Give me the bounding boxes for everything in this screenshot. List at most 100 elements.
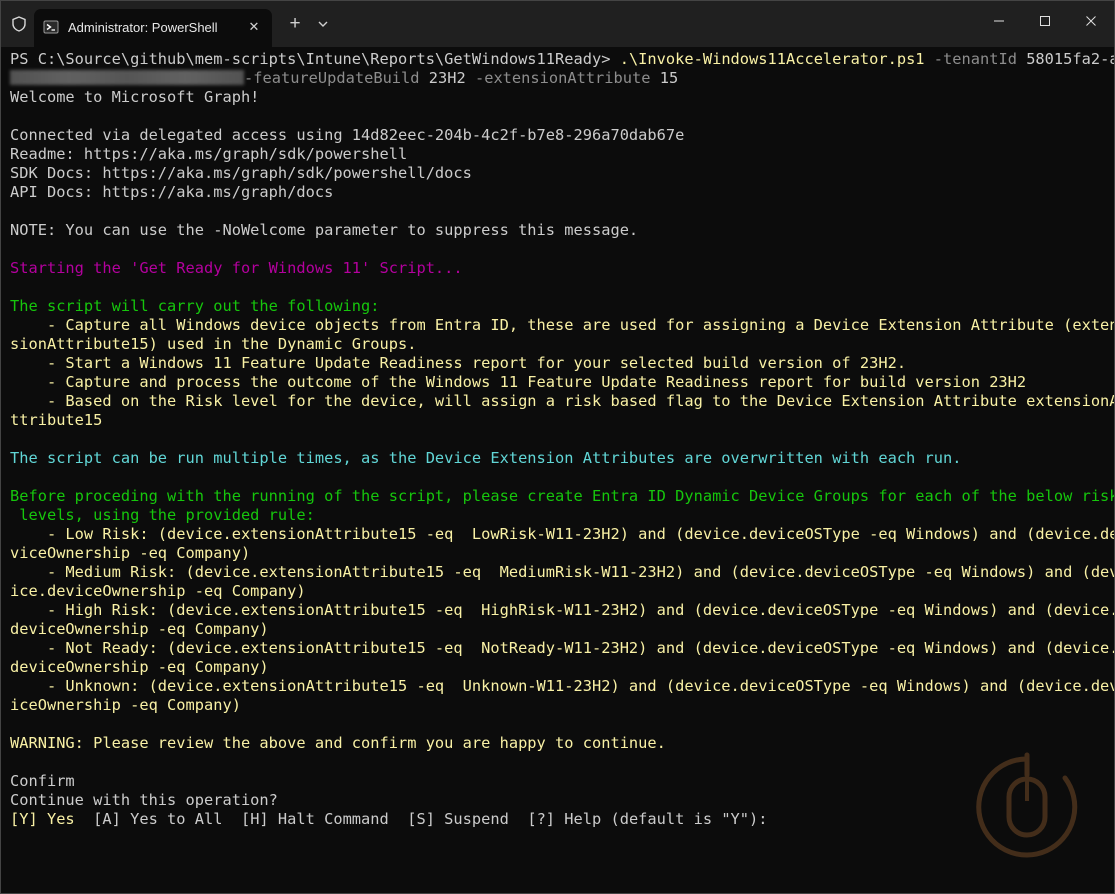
terminal-text: [Y] Yes bbox=[10, 810, 75, 828]
terminal-line: Welcome to Microsoft Graph! bbox=[10, 88, 1110, 107]
terminal-line: PS C:\Source\github\mem-scripts\Intune\R… bbox=[10, 50, 1114, 69]
terminal-text: ice.deviceOwnership -eq Company) bbox=[10, 582, 306, 600]
terminal-text: - High Risk: (device.extensionAttribute1… bbox=[10, 601, 1115, 619]
terminal-text: Readme: https://aka.ms/graph/sdk/powersh… bbox=[10, 145, 408, 163]
terminal-line: levels, using the provided rule: bbox=[10, 506, 1110, 525]
mouse-watermark-icon bbox=[976, 752, 1078, 858]
maximize-button[interactable] bbox=[1022, 1, 1068, 41]
terminal-line: deviceOwnership -eq Company) bbox=[10, 620, 1110, 639]
terminal-text: WARNING: Please review the above and con… bbox=[10, 734, 666, 752]
terminal-line: - Unknown: (device.extensionAttribute15 … bbox=[10, 677, 1114, 696]
minimize-icon bbox=[994, 20, 1004, 22]
terminal-text: NOTE: You can use the -NoWelcome paramet… bbox=[10, 221, 639, 239]
terminal-window: Administrator: PowerShell ✕ + PS C:\Sour… bbox=[0, 0, 1115, 894]
terminal-line: viceOwnership -eq Company) bbox=[10, 544, 1110, 563]
terminal-line: WARNING: Please review the above and con… bbox=[10, 734, 1110, 753]
terminal-text: [A] Yes to All [H] Halt Command [S] Susp… bbox=[74, 810, 528, 828]
terminal-text: SDK Docs: https://aka.ms/graph/sdk/power… bbox=[10, 164, 472, 182]
terminal-line: - Not Ready: (device.extensionAttribute1… bbox=[10, 639, 1114, 658]
terminal-line: deviceOwnership -eq Company) bbox=[10, 658, 1110, 677]
terminal-line: Confirm bbox=[10, 772, 1110, 791]
terminal-text: - Start a Windows 11 Feature Update Read… bbox=[10, 354, 907, 372]
terminal-line: Starting the 'Get Ready for Windows 11' … bbox=[10, 259, 1110, 278]
terminal-line: ice.deviceOwnership -eq Company) bbox=[10, 582, 1110, 601]
terminal-text: .\Invoke-Windows11Accelerator.ps1 bbox=[619, 50, 925, 68]
terminal-text: [?] Help (default is "Y"): bbox=[527, 810, 768, 828]
terminal-line: - Capture all Windows device objects fro… bbox=[10, 316, 1114, 335]
terminal-text: Before proceding with the running of the… bbox=[10, 487, 1115, 505]
terminal-text: The script will carry out the following: bbox=[10, 297, 380, 315]
terminal-text: PS C:\Source\github\mem-scripts\Intune\R… bbox=[10, 50, 620, 68]
terminal-text: levels, using the provided rule: bbox=[10, 506, 315, 524]
terminal-line: - Capture and process the outcome of the… bbox=[10, 373, 1110, 392]
terminal-text: Confirm bbox=[10, 772, 75, 790]
terminal-line: - Low Risk: (device.extensionAttribute15… bbox=[10, 525, 1114, 544]
close-window-icon bbox=[1086, 16, 1096, 26]
terminal-text: viceOwnership -eq Company) bbox=[10, 544, 251, 562]
terminal-text: -extensionAttribute bbox=[474, 69, 660, 87]
terminal-text: The script can be run multiple times, as… bbox=[10, 449, 962, 467]
terminal-line: The script will carry out the following: bbox=[10, 297, 1110, 316]
terminal-line: - Based on the Risk level for the device… bbox=[10, 392, 1114, 411]
terminal-text: 15 bbox=[659, 69, 679, 87]
terminal-text: - Low Risk: (device.extensionAttribute15… bbox=[10, 525, 1115, 543]
terminal-line: SDK Docs: https://aka.ms/graph/sdk/power… bbox=[10, 164, 1110, 183]
terminal-line: ttribute15 bbox=[10, 411, 1110, 430]
terminal-text: ttribute15 bbox=[10, 411, 103, 429]
terminal-line: - High Risk: (device.extensionAttribute1… bbox=[10, 601, 1114, 620]
terminal-text: -tenantId bbox=[924, 50, 1027, 68]
powershell-icon bbox=[43, 20, 59, 34]
terminal-line: Readme: https://aka.ms/graph/sdk/powersh… bbox=[10, 145, 1110, 164]
terminal-line: [Y] Yes [A] Yes to All [H] Halt Command … bbox=[10, 810, 1110, 829]
terminal-text: - Capture and process the outcome of the… bbox=[10, 373, 1027, 391]
terminal-text: -featureUpdateBuild bbox=[244, 69, 429, 87]
terminal-line: iceOwnership -eq Company) bbox=[10, 696, 1110, 715]
maximize-icon bbox=[1040, 16, 1050, 26]
title-bar: Administrator: PowerShell ✕ + bbox=[1, 1, 1114, 47]
terminal-line: Before proceding with the running of the… bbox=[10, 487, 1114, 506]
terminal-line: Continue with this operation? bbox=[10, 791, 1110, 810]
terminal-text: - Not Ready: (device.extensionAttribute1… bbox=[10, 639, 1115, 657]
shield-icon bbox=[12, 16, 26, 32]
terminal-text: deviceOwnership -eq Company) bbox=[10, 620, 269, 638]
terminal-line: sionAttribute15) used in the Dynamic Gro… bbox=[10, 335, 1110, 354]
terminal-line: API Docs: https://aka.ms/graph/docs bbox=[10, 183, 1110, 202]
terminal-text: - Medium Risk: (device.extensionAttribut… bbox=[10, 563, 1115, 581]
chevron-down-icon[interactable] bbox=[313, 14, 333, 34]
tab-powershell[interactable]: Administrator: PowerShell ✕ bbox=[34, 9, 272, 47]
terminal-output[interactable]: PS C:\Source\github\mem-scripts\Intune\R… bbox=[10, 50, 1114, 829]
terminal-text: Continue with this operation? bbox=[10, 791, 278, 809]
terminal-text: 23H2 bbox=[428, 69, 475, 87]
terminal-line: NOTE: You can use the -NoWelcome paramet… bbox=[10, 221, 1110, 240]
terminal-text: 58015fa2-a bbox=[1026, 50, 1115, 68]
terminal-text: API Docs: https://aka.ms/graph/docs bbox=[10, 183, 334, 201]
terminal-text: iceOwnership -eq Company) bbox=[10, 696, 241, 714]
close-icon[interactable]: ✕ bbox=[244, 17, 264, 37]
terminal-line: Connected via delegated access using 14d… bbox=[10, 126, 1110, 145]
terminal-text: - Capture all Windows device objects fro… bbox=[10, 316, 1115, 334]
terminal-text: Welcome to Microsoft Graph! bbox=[10, 88, 260, 106]
terminal-text: sionAttribute15) used in the Dynamic Gro… bbox=[10, 335, 417, 353]
terminal-line: -featureUpdateBuild 23H2 -extensionAttri… bbox=[10, 69, 1110, 88]
terminal-text: Connected via delegated access using 14d… bbox=[10, 126, 685, 144]
tab-title: Administrator: PowerShell bbox=[68, 20, 218, 35]
terminal-line: The script can be run multiple times, as… bbox=[10, 449, 1110, 468]
plus-icon[interactable]: + bbox=[284, 13, 306, 35]
close-window-button[interactable] bbox=[1068, 1, 1114, 41]
redacted-text bbox=[10, 70, 244, 85]
terminal-text: Starting the 'Get Ready for Windows 11' … bbox=[10, 259, 463, 277]
minimize-button[interactable] bbox=[976, 1, 1022, 41]
terminal-line: - Start a Windows 11 Feature Update Read… bbox=[10, 354, 1110, 373]
terminal-text: - Based on the Risk level for the device… bbox=[10, 392, 1115, 410]
terminal-line: - Medium Risk: (device.extensionAttribut… bbox=[10, 563, 1114, 582]
terminal-text: - Unknown: (device.extensionAttribute15 … bbox=[10, 677, 1115, 695]
terminal-text: deviceOwnership -eq Company) bbox=[10, 658, 269, 676]
